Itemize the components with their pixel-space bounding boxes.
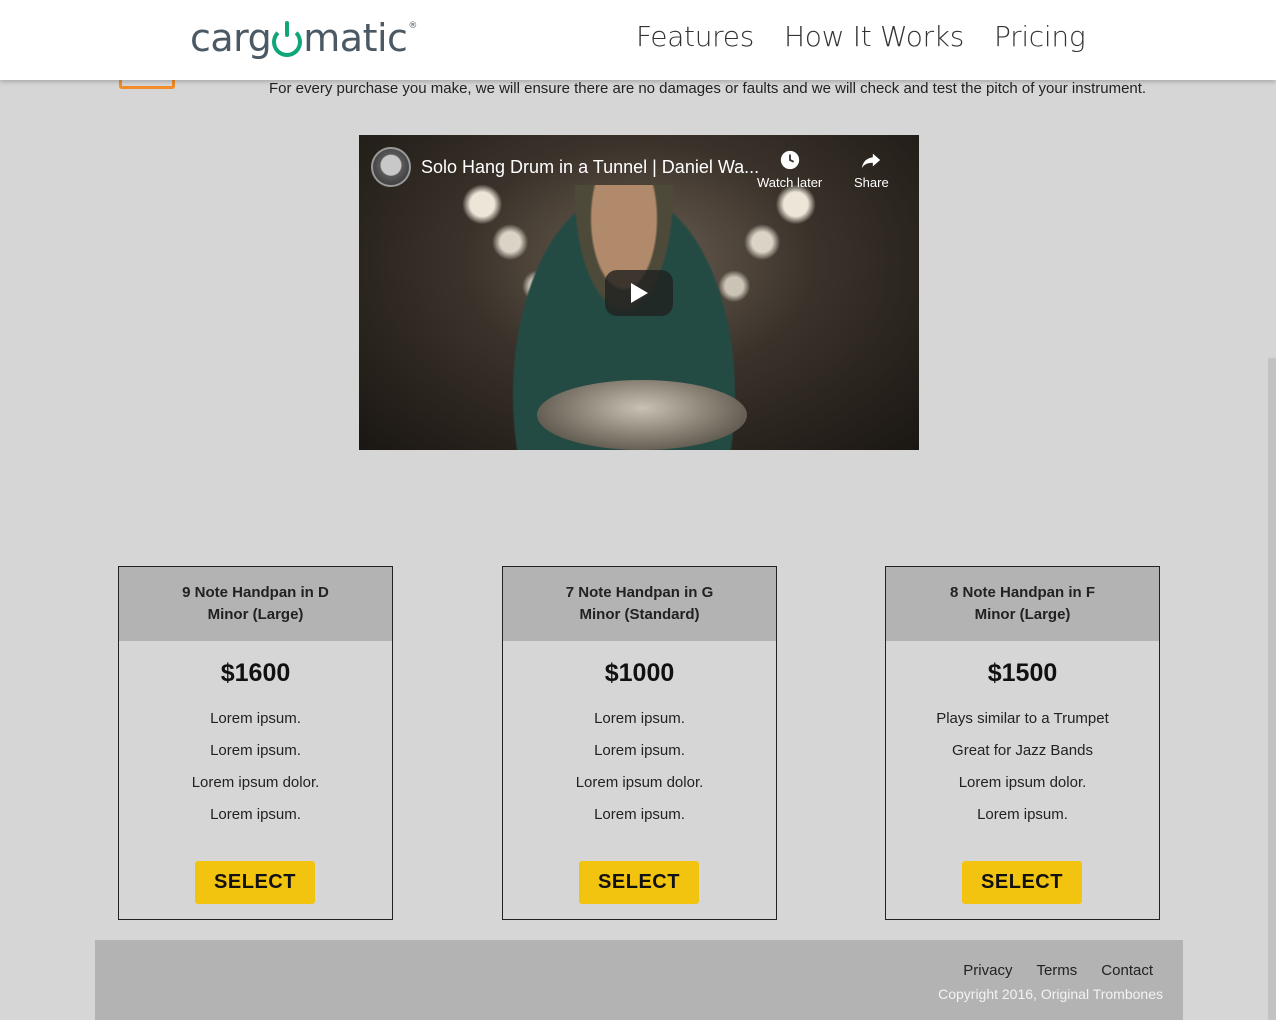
feature-item: Lorem ipsum dolor. (575, 774, 704, 791)
feature-item: Lorem ipsum. (594, 710, 685, 727)
registered-mark: ® (408, 21, 417, 31)
logo-text-end: matic (303, 16, 408, 60)
select-button[interactable]: SELECT (195, 861, 315, 904)
nav-pricing[interactable]: Pricing (994, 20, 1086, 53)
main-nav: Features How It Works Pricing (636, 20, 1086, 53)
feature-item: Lorem ipsum. (977, 806, 1068, 823)
select-button[interactable]: SELECT (962, 861, 1082, 904)
card-title: 9 Note Handpan in D Minor (Large) (119, 567, 392, 641)
pricing-card-g-minor: 7 Note Handpan in G Minor (Standard) $10… (502, 566, 777, 920)
card-title: 7 Note Handpan in G Minor (Standard) (503, 567, 776, 641)
scrollbar-thumb[interactable] (1268, 358, 1276, 1020)
play-icon (631, 283, 648, 303)
logo-text-start: carg (190, 16, 272, 60)
card-price: $1500 (987, 659, 1058, 687)
footer-link-contact[interactable]: Contact (1101, 962, 1153, 979)
clock-icon (780, 150, 799, 170)
card-title: 8 Note Handpan in F Minor (Large) (886, 567, 1159, 641)
footer-link-terms[interactable]: Terms (1036, 962, 1077, 979)
play-button[interactable] (605, 270, 673, 316)
share-button[interactable]: Share (854, 149, 889, 190)
nav-how-it-works[interactable]: How It Works (784, 20, 964, 53)
tagline: For every purchase you make, we will ens… (269, 80, 1147, 97)
watch-later-label: Watch later (757, 175, 823, 190)
video-title[interactable]: Solo Hang Drum in a Tunnel | Daniel Wa..… (421, 157, 761, 178)
nav-features[interactable]: Features (636, 20, 754, 53)
feature-item: Lorem ipsum. (210, 710, 301, 727)
share-arrow-icon (862, 153, 881, 169)
share-label: Share (854, 175, 889, 190)
feature-item: Lorem ipsum. (210, 742, 301, 759)
video-thumbnail-handpan (537, 380, 747, 450)
site-footer: Privacy Terms Contact Copyright 2016, Or… (95, 940, 1183, 1020)
watch-later-button[interactable]: Watch later (757, 149, 822, 190)
copyright-text: Copyright 2016, Original Trombones (938, 986, 1163, 1002)
feature-list: Plays similar to a Trumpet Great for Jaz… (886, 703, 1159, 831)
footer-links: Privacy Terms Contact (963, 962, 1153, 979)
page-scrollbar[interactable] (1268, 80, 1276, 1020)
video-embed[interactable]: Solo Hang Drum in a Tunnel | Daniel Wa..… (359, 135, 919, 450)
feature-item: Lorem ipsum. (594, 806, 685, 823)
site-header: carg matic ® Features How It Works Prici… (0, 0, 1276, 80)
card-price: $1600 (220, 659, 291, 687)
card-price: $1000 (604, 659, 675, 687)
pricing-card-d-minor: 9 Note Handpan in D Minor (Large) $1600 … (118, 566, 393, 920)
feature-item: Great for Jazz Bands (952, 742, 1093, 759)
feature-item: Lorem ipsum dolor. (958, 774, 1087, 791)
feature-item: Lorem ipsum. (210, 806, 301, 823)
power-icon (272, 21, 303, 57)
feature-list: Lorem ipsum. Lorem ipsum. Lorem ipsum do… (503, 703, 776, 831)
footer-link-privacy[interactable]: Privacy (963, 962, 1012, 979)
feature-item: Lorem ipsum dolor. (191, 774, 320, 791)
feature-item: Plays similar to a Trumpet (936, 710, 1109, 727)
cargomatic-logo[interactable]: carg matic ® (190, 16, 417, 60)
select-button[interactable]: SELECT (579, 861, 699, 904)
pricing-card-f-minor: 8 Note Handpan in F Minor (Large) $1500 … (885, 566, 1160, 920)
channel-avatar[interactable] (371, 147, 411, 187)
feature-item: Lorem ipsum. (594, 742, 685, 759)
feature-list: Lorem ipsum. Lorem ipsum. Lorem ipsum do… (119, 703, 392, 831)
